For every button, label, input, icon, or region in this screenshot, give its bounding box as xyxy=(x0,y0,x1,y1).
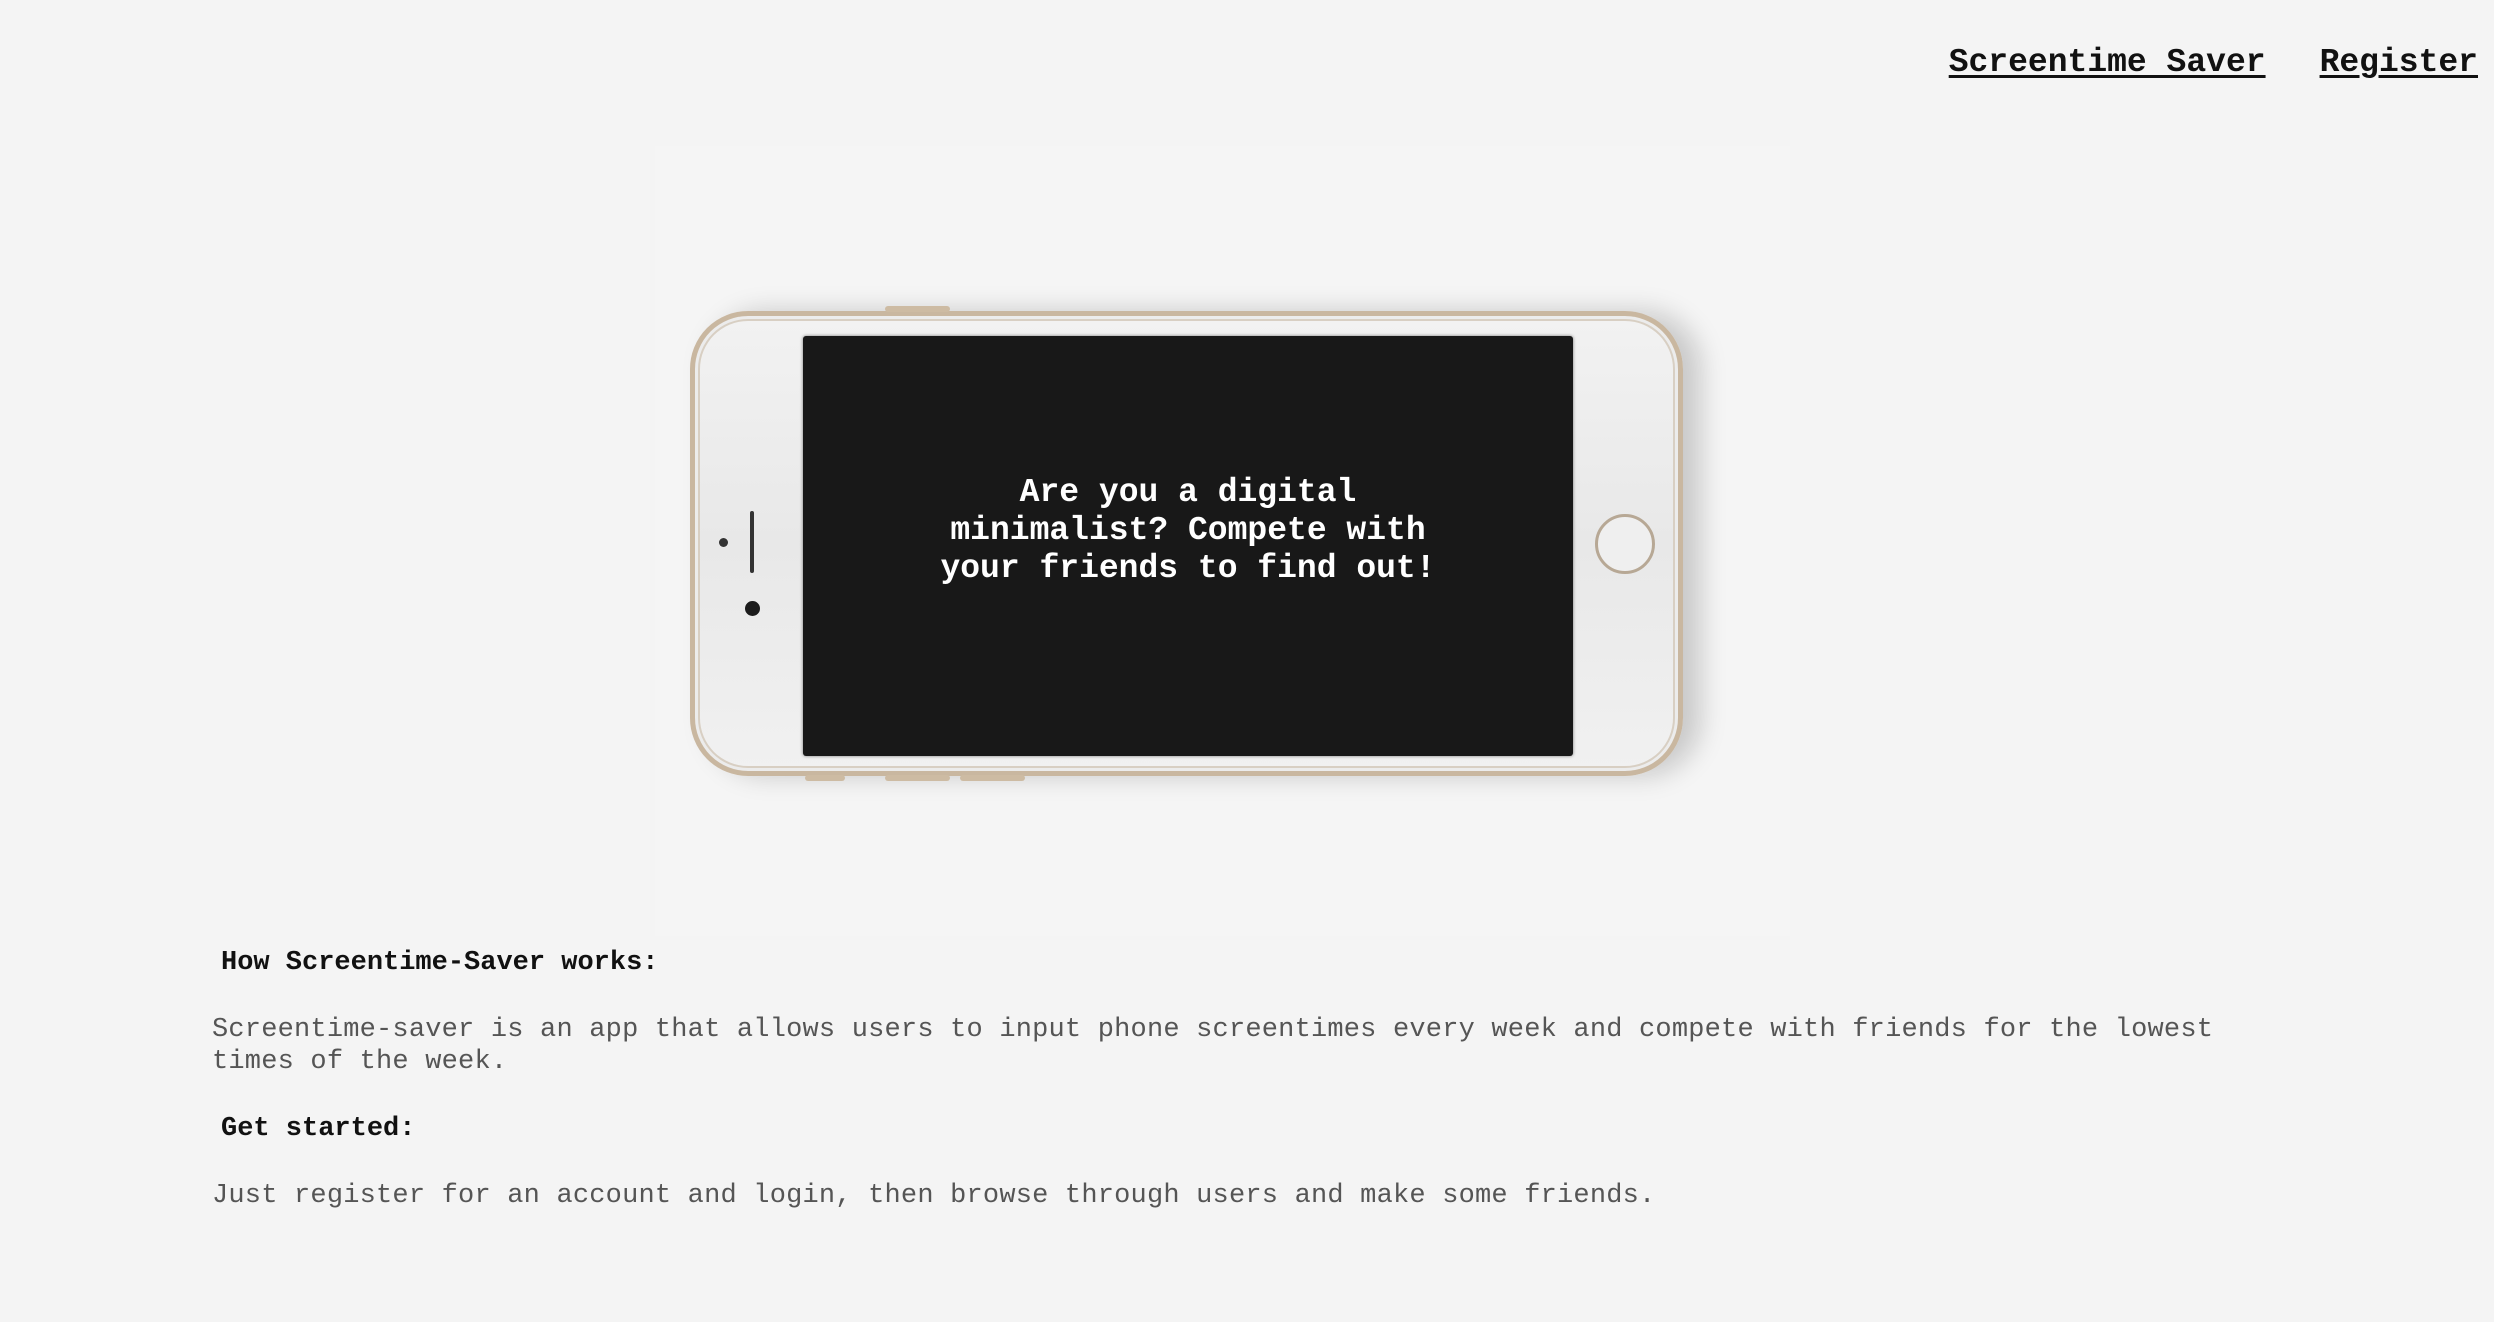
phone-bottom-button-1 xyxy=(805,775,845,781)
phone-bottom-button-2 xyxy=(885,775,950,781)
top-nav: Screentime Saver Register xyxy=(1949,44,2478,81)
phone-sensor xyxy=(719,538,728,547)
phone-illustration: Are you a digital minimalist? Compete wi… xyxy=(690,306,1683,781)
main-content: How Screentime-Saver works: Screentime-s… xyxy=(212,948,2312,1248)
how-it-works-heading: How Screentime-Saver works: xyxy=(221,948,659,978)
get-started-text: Just register for an account and login, … xyxy=(212,1181,1656,1211)
phone-screen: Are you a digital minimalist? Compete wi… xyxy=(803,336,1573,756)
brand-link[interactable]: Screentime Saver xyxy=(1949,44,2266,81)
phone-speaker xyxy=(750,511,754,573)
register-link[interactable]: Register xyxy=(2320,44,2478,81)
hero-image: Are you a digital minimalist? Compete wi… xyxy=(655,146,1790,936)
phone-top-button xyxy=(885,306,950,312)
get-started-heading: Get started: xyxy=(221,1114,416,1144)
phone-camera xyxy=(745,601,760,616)
how-it-works-text: Screentime-saver is an app that allows u… xyxy=(212,1015,2214,1077)
phone-home-button-icon xyxy=(1595,514,1655,574)
phone-bottom-button-3 xyxy=(960,775,1025,781)
hero-tagline: Are you a digital minimalist? Compete wi… xyxy=(940,474,1436,587)
